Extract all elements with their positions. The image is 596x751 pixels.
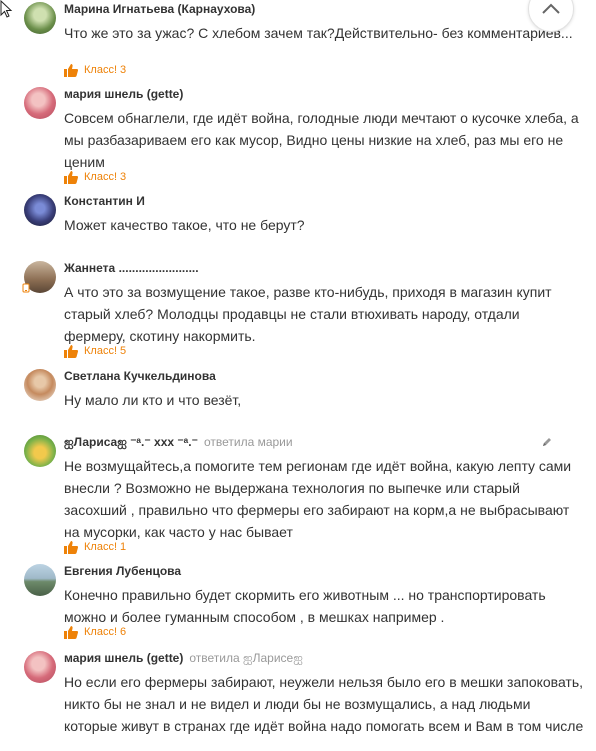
thumbs-up-icon — [64, 344, 78, 358]
like-button[interactable]: Класс! 3 — [64, 169, 126, 185]
thumbs-up-icon — [64, 625, 78, 639]
avatar[interactable] — [24, 194, 56, 226]
avatar[interactable] — [24, 369, 56, 401]
like-button[interactable]: Класс! 3 — [64, 62, 126, 78]
comment-author[interactable]: Светлана Кучкельдинова — [64, 369, 216, 383]
like-button[interactable]: Класс! 5 — [64, 343, 126, 359]
thumbs-up-icon — [64, 540, 78, 554]
like-button[interactable]: Класс! 6 — [64, 624, 126, 640]
like-label: Класс! 1 — [84, 541, 127, 553]
online-status-icon — [22, 283, 30, 293]
comment-text: Ну мало ли кто и что везёт, — [64, 392, 242, 408]
comment-author[interactable]: ஐЛарисаஐ ⁻ᵃ.⁻ xxx ⁻ᵃ.⁻ ответила марии — [64, 435, 293, 451]
like-label: Класс! 3 — [84, 171, 127, 183]
avatar[interactable] — [24, 87, 56, 119]
comment-author[interactable]: мария шнель (gette) — [64, 87, 183, 101]
author-name[interactable]: мария шнель (gette) — [64, 651, 183, 665]
like-label: Класс! 6 — [84, 626, 127, 638]
comment-author[interactable]: Константин И — [64, 194, 145, 208]
author-name[interactable]: ஐЛарисаஐ ⁻ᵃ.⁻ xxx ⁻ᵃ.⁻ — [64, 435, 198, 449]
comment-text: Может качество такое, что не берут? — [64, 217, 305, 233]
comment-author[interactable]: Марина Игнатьева (Карнаухова) — [64, 2, 255, 16]
like-label: Класс! 5 — [84, 345, 127, 357]
like-label: Класс! 3 — [84, 64, 127, 76]
chevron-up-icon — [542, 3, 560, 14]
comment-author[interactable]: мария шнель (gette) ответила ஐЛарисеஐ — [64, 651, 303, 667]
avatar[interactable] — [24, 651, 56, 683]
avatar[interactable] — [24, 2, 56, 34]
thumbs-up-icon — [64, 63, 78, 77]
reply-to-label[interactable]: ответила марии — [204, 435, 293, 449]
comment-text: А что это за возмущение такое, разве кто… — [64, 284, 552, 344]
edit-pencil-icon[interactable] — [541, 436, 553, 448]
mouse-cursor-icon — [0, 0, 13, 18]
comment-text: Совсем обнаглели, где идёт война, голодн… — [64, 110, 579, 170]
thumbs-up-icon — [64, 170, 78, 184]
comment-author[interactable]: Жаннета ........................ — [64, 261, 199, 275]
like-button[interactable]: Класс! 1 — [64, 539, 126, 555]
avatar[interactable] — [24, 435, 56, 467]
comment-text: Не возмущайтесь,а помогите тем регионам … — [64, 458, 572, 540]
avatar[interactable] — [24, 564, 56, 596]
comment-text: Конечно правильно будет скормить его жив… — [64, 587, 546, 625]
comment-text: Что же это за ужас? С хлебом зачем так?Д… — [64, 25, 573, 41]
comment-author[interactable]: Евгения Лубенцова — [64, 564, 181, 578]
comment-text: Но если его фермеры забирают, неужели не… — [64, 674, 584, 734]
reply-to-label[interactable]: ответила ஐЛарисеஐ — [189, 651, 303, 665]
